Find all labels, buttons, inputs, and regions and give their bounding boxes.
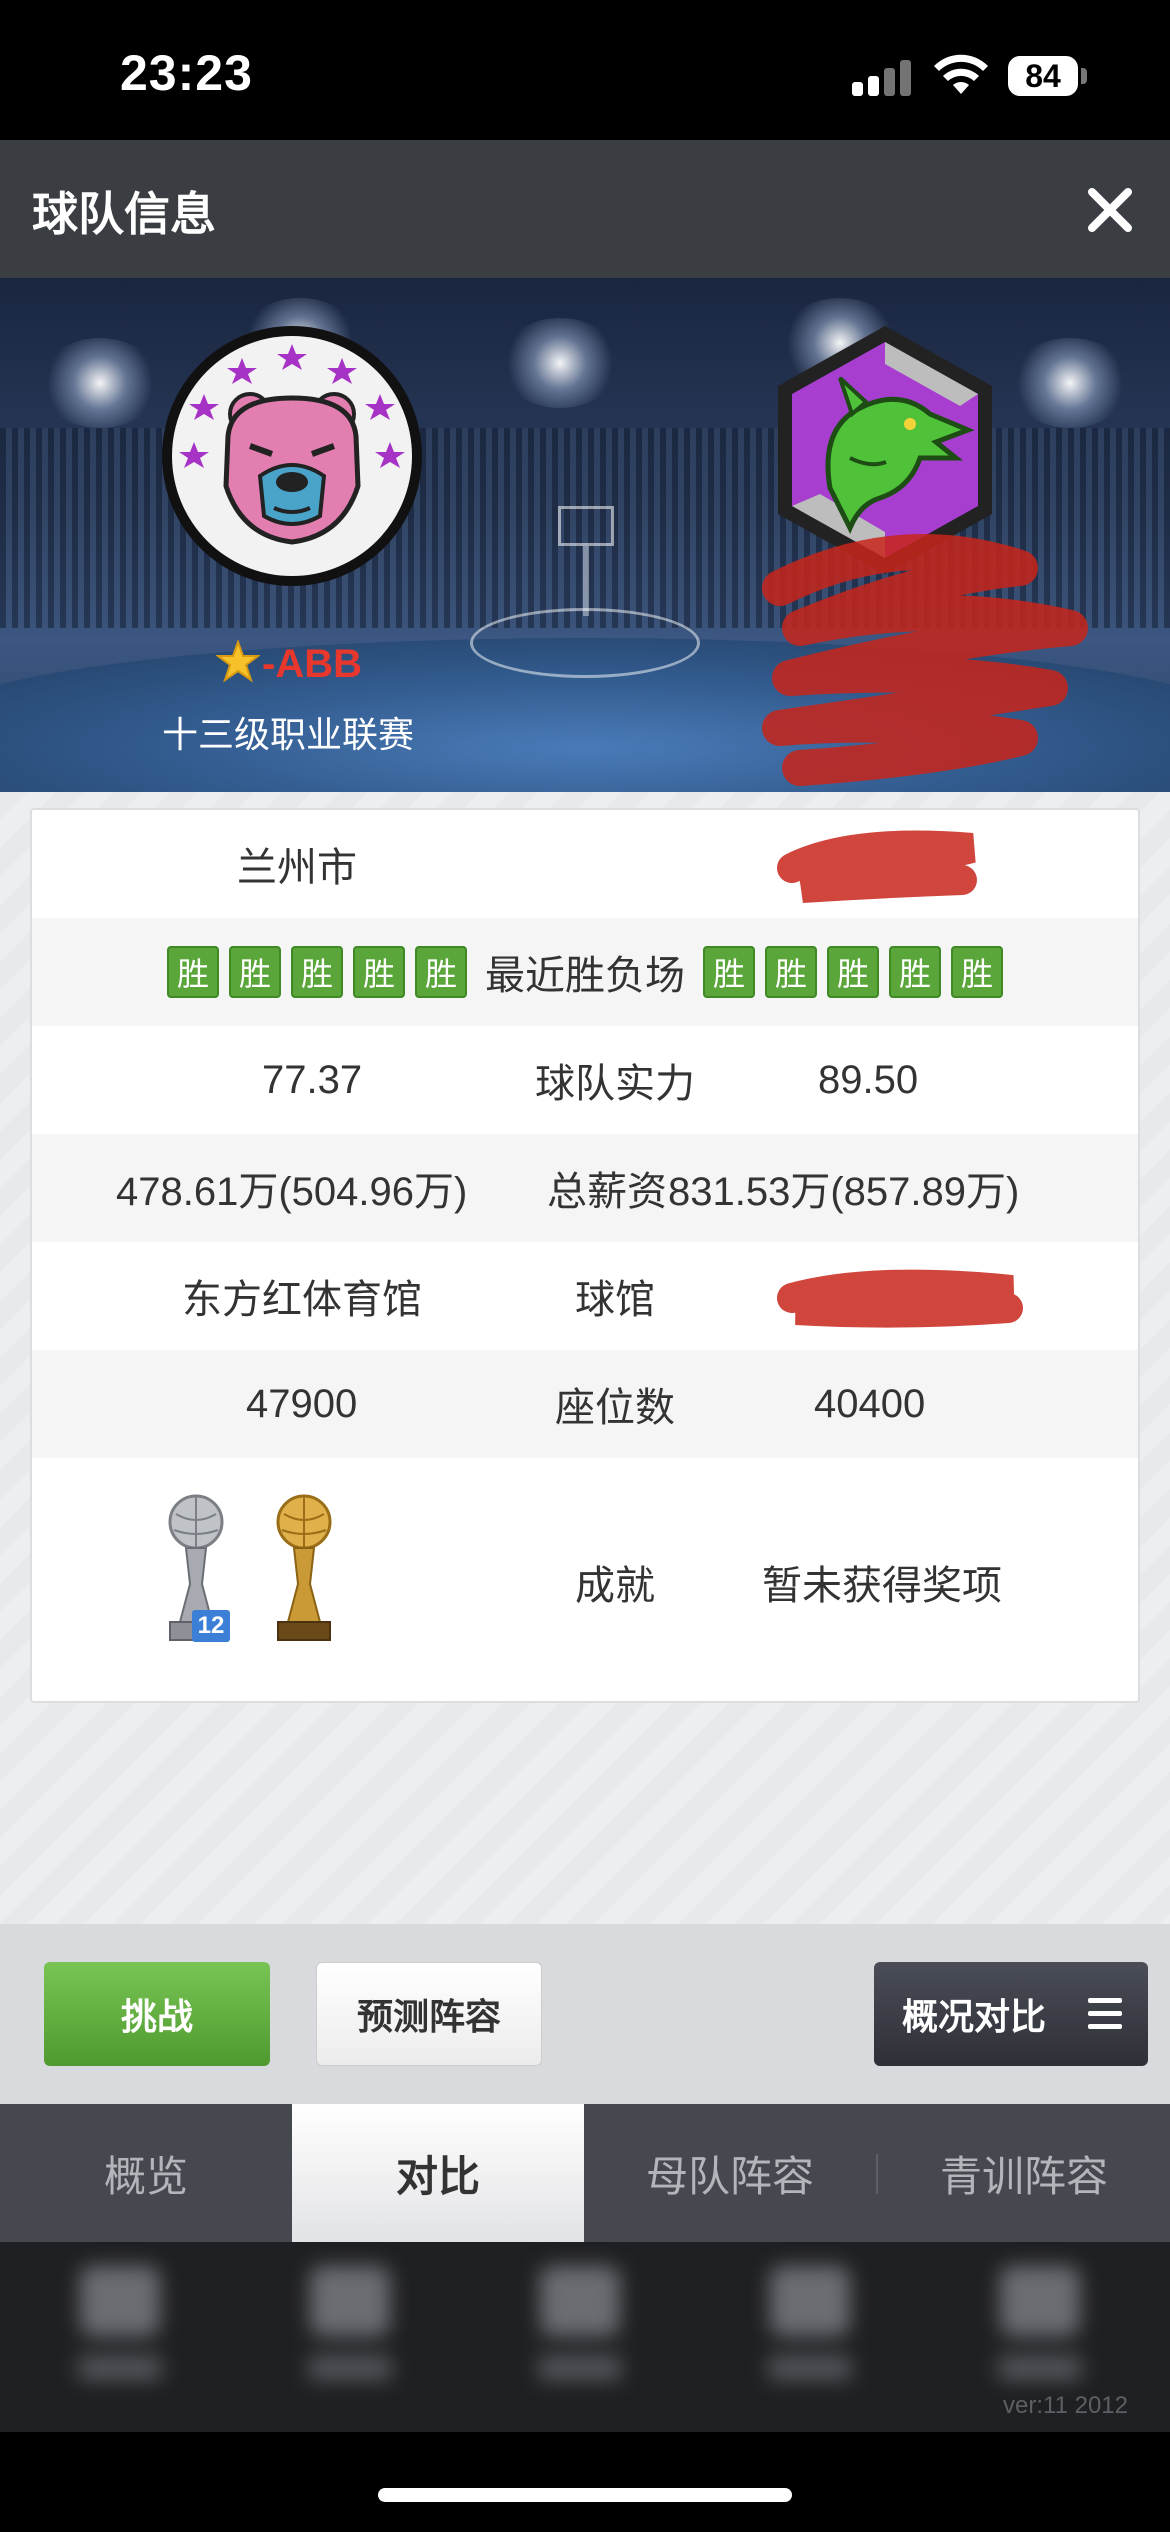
- star-icon: [216, 640, 260, 683]
- seats-row: 47900 座位数 40400: [32, 1350, 1138, 1458]
- home-salary: 478.61万(504.96万): [116, 1170, 468, 1214]
- home-arena: 东方红体育馆: [182, 1278, 422, 1322]
- challenge-button[interactable]: 挑战: [44, 1962, 270, 2066]
- arena-row: 东方红体育馆 球馆: [32, 1242, 1138, 1350]
- tab-main-roster[interactable]: 母队阵容: [584, 2104, 876, 2242]
- tab-overview[interactable]: 概览: [0, 2104, 292, 2242]
- seats-label: 座位数: [555, 1386, 675, 1430]
- action-bar: 挑战 预测阵容 概况对比: [0, 1924, 1170, 2104]
- strength-label: 球队实力: [535, 1062, 695, 1106]
- home-team-league: 十三级职业联赛: [162, 715, 415, 756]
- win-badge: 胜: [415, 946, 467, 998]
- page-title: 球队信息: [32, 187, 216, 241]
- overview-compare-button[interactable]: 概况对比: [874, 1962, 1148, 2066]
- home-strength: 77.37: [262, 1057, 363, 1102]
- redaction-scribble: [762, 534, 1088, 786]
- win-badge: 胜: [291, 946, 343, 998]
- hoop-backboard: [558, 506, 614, 546]
- stadium-light: [1010, 338, 1130, 428]
- overview-compare-label: 概况对比: [902, 1997, 1047, 2038]
- win-badge: 胜: [951, 946, 1003, 998]
- bottom-nav-item[interactable]: [300, 2266, 400, 2406]
- away-seats: 40400: [814, 1381, 926, 1426]
- recent-results-row: 胜 胜 胜 胜 胜 最近胜负场 胜 胜 胜 胜 胜: [32, 918, 1138, 1026]
- cellular-signal-icon: [852, 58, 912, 96]
- home-indicator[interactable]: [378, 2488, 792, 2502]
- away-achievement: 暂未获得奖项: [762, 1563, 1002, 1608]
- win-badge: 胜: [889, 946, 941, 998]
- salary-row: 478.61万(504.96万) 总薪资 831.53万(857.89万): [32, 1134, 1138, 1242]
- close-icon[interactable]: [1080, 180, 1140, 240]
- stadium-light: [40, 338, 160, 428]
- predict-lineup-button[interactable]: 预测阵容: [316, 1962, 542, 2066]
- away-recent-results: 胜 胜 胜 胜 胜: [703, 946, 1003, 998]
- home-team-name[interactable]: -ABB: [262, 642, 362, 687]
- bottom-nav-item[interactable]: [70, 2266, 170, 2406]
- recent-results-label: 最近胜负场: [485, 953, 685, 999]
- wifi-icon: [934, 54, 988, 94]
- version-label: ver:11 2012: [1003, 2392, 1128, 2419]
- home-recent-results: 胜 胜 胜 胜 胜: [167, 946, 467, 998]
- win-badge: 胜: [827, 946, 879, 998]
- tab-youth-roster[interactable]: 青训阵容: [878, 2104, 1170, 2242]
- trophy-count-badge: 12: [192, 1610, 230, 1642]
- tab-bar: 概览 对比 母队阵容 青训阵容: [0, 2104, 1170, 2242]
- arena-label: 球馆: [575, 1278, 655, 1322]
- team-info-card: 兰州市 胜 胜 胜 胜 胜 最近胜负场 胜 胜 胜 胜 胜 77.37 球队实力…: [30, 808, 1140, 1703]
- battery-level: 84: [1008, 56, 1078, 96]
- redaction-scribble: [777, 830, 977, 903]
- team-banner: -ABB 十三级职业联赛: [0, 278, 1170, 792]
- menu-icon: [1088, 1996, 1122, 2032]
- bottom-navigation: ver:11 2012: [0, 2242, 1170, 2432]
- win-badge: 胜: [167, 946, 219, 998]
- city-row: 兰州市: [32, 810, 1138, 918]
- strength-row: 77.37 球队实力 89.50: [32, 1026, 1138, 1134]
- home-team-logo[interactable]: [162, 326, 422, 586]
- recent-results: 胜 胜 胜 胜 胜 最近胜负场 胜 胜 胜 胜 胜: [32, 918, 1138, 1026]
- bottom-nav-item[interactable]: [530, 2266, 630, 2406]
- salary-label: 总薪资: [547, 1170, 667, 1214]
- home-city: 兰州市: [237, 846, 357, 890]
- bottom-nav-item[interactable]: [760, 2266, 860, 2406]
- win-badge: 胜: [229, 946, 281, 998]
- achievement-row: 12 成就 暂未获得奖项: [32, 1458, 1138, 1701]
- bottom-nav-item[interactable]: [990, 2266, 1090, 2406]
- status-time: 23:23: [120, 45, 253, 101]
- gold-trophy-icon[interactable]: [264, 1492, 344, 1652]
- tab-compare[interactable]: 对比: [292, 2104, 584, 2242]
- win-badge: 胜: [353, 946, 405, 998]
- away-strength: 89.50: [818, 1057, 919, 1102]
- win-badge: 胜: [765, 946, 817, 998]
- bear-logo: [172, 336, 412, 576]
- title-bar: 球队信息: [0, 140, 1170, 278]
- court-circle: [470, 608, 700, 678]
- hoop-pole: [583, 546, 589, 616]
- win-badge: 胜: [703, 946, 755, 998]
- status-bar: 23:23 84: [0, 0, 1170, 140]
- battery-tip: [1081, 68, 1087, 84]
- stadium-light: [500, 318, 620, 408]
- redaction-scribble: [777, 1269, 1023, 1328]
- home-indicator-area: [0, 2432, 1170, 2532]
- away-salary: 831.53万(857.89万): [668, 1170, 1020, 1214]
